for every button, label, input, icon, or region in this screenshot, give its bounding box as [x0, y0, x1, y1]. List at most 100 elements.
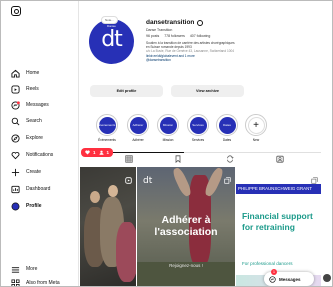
brand-logo: dt [143, 176, 153, 186]
sidebar-item-search[interactable]: Search [11, 115, 42, 127]
highlight-label: Mission [162, 138, 174, 142]
profile-bio: Soutien à la transition de carrière des … [146, 41, 276, 62]
profile-icon [11, 202, 20, 211]
posts-count: 96 posts [146, 34, 160, 38]
threads-icon[interactable] [197, 19, 204, 26]
highlight-circle: Dates [216, 114, 238, 136]
messages-label: Messages [279, 276, 301, 282]
post-thumbnail[interactable]: dt Adhérer à l'association Rejoignez-nou… [137, 167, 235, 286]
tab-saved[interactable] [173, 154, 183, 164]
post-title: Financial support for retraining [242, 211, 313, 232]
sidebar-item-create[interactable]: Create [11, 166, 41, 178]
messages-icon [269, 275, 276, 283]
bio-handle[interactable]: @dansetransition [146, 58, 276, 62]
reels-icon [11, 84, 20, 94]
sidebar-item-label: Messages [26, 102, 49, 108]
plus-icon [11, 168, 20, 177]
highlight-dates[interactable]: Dates Dates [216, 114, 238, 142]
highlight-adherer[interactable]: Adhérer Adhérer [127, 114, 149, 142]
highlight-circle: + [245, 114, 267, 136]
highlight-label: Dates [222, 138, 232, 142]
sidebar-item-profile[interactable]: Profile [11, 200, 42, 212]
tab-posts[interactable] [84, 152, 184, 164]
sidebar-item-also-from-meta[interactable]: Also from Meta [11, 277, 60, 286]
carousel-icon [224, 171, 231, 184]
highlight-cover: Adhérer [129, 116, 147, 134]
note-bubble[interactable]: Note... [101, 16, 118, 24]
photo-face [90, 191, 100, 203]
highlight-label: New [252, 138, 260, 142]
post-thumbnail[interactable]: PHILIPPE BRAUNSCHWEIG GRANT Financial su… [236, 167, 321, 286]
highlight-evenements[interactable]: Événements Événements [96, 114, 118, 142]
tab-reposts[interactable] [225, 154, 235, 164]
sidebar-item-label: Dashboard [26, 186, 51, 192]
avatar-monogram: dt [101, 27, 123, 52]
sidebar-item-explore[interactable]: Explore [11, 132, 43, 144]
sidebar-item-label: Search [26, 118, 42, 124]
sidebar-item-label: Notifications [26, 152, 54, 158]
tab-tagged[interactable] [275, 154, 285, 164]
sidebar-item-label: Create [26, 169, 42, 175]
instagram-logo-icon[interactable] [11, 6, 21, 16]
heart-icon [11, 151, 20, 160]
menu-icon [11, 265, 20, 274]
reel-icon [125, 171, 132, 184]
photo-face [108, 185, 118, 197]
plus-icon: + [247, 116, 265, 134]
highlight-circle: Services [187, 114, 209, 136]
highlight-label: Événements [98, 138, 116, 142]
post-banner: PHILIPPE BRAUNSCHWEIG GRANT [236, 184, 321, 194]
photo-arm [171, 167, 193, 198]
repost-icon [226, 150, 234, 168]
highlight-services[interactable]: Services Services [187, 114, 209, 142]
highlight-new[interactable]: + New [245, 114, 267, 142]
sidebar-item-reels[interactable]: Reels [11, 83, 39, 95]
carousel-icon [311, 171, 318, 184]
explore-icon [11, 133, 20, 143]
meta-apps-icon [11, 278, 20, 286]
tagged-icon [276, 150, 284, 168]
notification-popup[interactable]: 1 1 [81, 148, 114, 157]
sidebar-item-label: Also from Meta [26, 280, 60, 286]
edit-profile-button[interactable]: Edit profile [90, 85, 163, 97]
highlight-label: Adhérer [132, 138, 144, 142]
highlight-cover: Événements [98, 116, 116, 134]
person-icon [99, 150, 104, 156]
sidebar: Home Reels Messages Search Explore Notif… [1, 1, 79, 286]
photo-figure [116, 222, 136, 282]
sidebar-item-label: Profile [26, 203, 42, 209]
post-subtitle: For professional dancers [242, 261, 293, 266]
heart-icon [85, 150, 90, 156]
app-window: Home Reels Messages Search Explore Notif… [0, 0, 333, 287]
sidebar-item-notifications[interactable]: Notifications [11, 149, 53, 161]
highlight-circle: Adhérer [127, 114, 149, 136]
grid-icon [125, 150, 133, 168]
highlight-circle: Événements [96, 114, 118, 136]
sidebar-item-messages[interactable]: Messages [11, 99, 49, 111]
highlight-label: Services [191, 138, 205, 142]
highlight-mission[interactable]: Mission Mission [157, 114, 179, 142]
followers-notif-count: 1 [106, 150, 110, 155]
following-count[interactable]: 407 following [190, 34, 210, 38]
post-title: Adhérer à l'association [154, 214, 218, 238]
sidebar-item-label: Reels [26, 86, 39, 92]
username-text: dansetransition [146, 19, 195, 26]
profile-fullname: Danse Transition [146, 28, 173, 32]
profile-stats: 96 posts 778 followers 407 following [146, 34, 210, 38]
messages-badge: 1 [271, 269, 277, 275]
profile-avatar[interactable]: Danse dt [89, 19, 134, 64]
messages-icon [11, 100, 20, 110]
sidebar-item-label: More [26, 266, 38, 272]
sidebar-item-more[interactable]: More [11, 263, 37, 275]
followers-count[interactable]: 778 followers [164, 34, 185, 38]
search-icon [11, 117, 20, 126]
view-archive-button[interactable]: View archive [171, 85, 244, 97]
sidebar-item-dashboard[interactable]: Dashboard [11, 183, 50, 195]
avatar[interactable] [323, 274, 331, 282]
bookmark-icon [174, 150, 182, 168]
home-icon [11, 69, 20, 78]
post-thumbnail[interactable] [80, 167, 136, 286]
highlight-cover: Dates [218, 116, 236, 134]
dashboard-icon [11, 185, 20, 194]
sidebar-item-home[interactable]: Home [11, 67, 39, 79]
